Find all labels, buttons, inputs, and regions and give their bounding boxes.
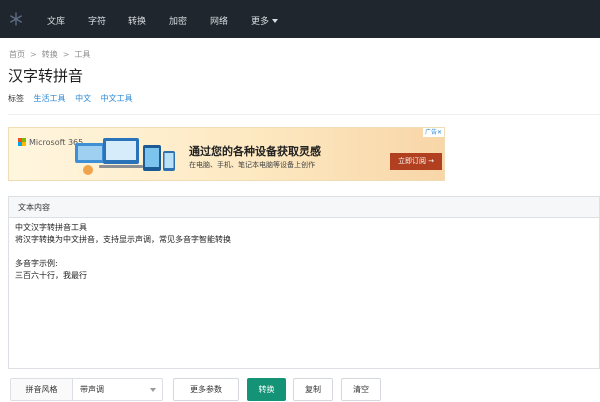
- tag-chinese-tools[interactable]: 中文工具: [101, 94, 133, 103]
- text-editor-panel: 文本内容 中文汉字转拼音工具 将汉字转换为中文拼音，支持显示声调，常见多音字智能…: [8, 196, 600, 369]
- clear-button[interactable]: 清空: [341, 378, 381, 401]
- tag-chinese[interactable]: 中文: [75, 94, 91, 103]
- pinyin-style-label: 拼音风格: [11, 379, 73, 400]
- nav-item-library[interactable]: 文库: [47, 14, 65, 27]
- tag-life-tools[interactable]: 生活工具: [34, 94, 66, 103]
- nav-item-chars[interactable]: 字符: [88, 14, 106, 27]
- divider: [8, 114, 600, 115]
- text-content-input[interactable]: 中文汉字转拼音工具 将汉字转换为中文拼音，支持显示声调，常见多音字智能转换 多音…: [9, 219, 599, 368]
- nav-item-convert[interactable]: 转换: [128, 14, 146, 27]
- more-params-button[interactable]: 更多参数: [173, 378, 239, 401]
- breadcrumb: 首页 > 转换 > 工具: [9, 49, 90, 60]
- page-title: 汉字转拼音: [8, 67, 84, 85]
- editor-header: 文本内容: [9, 197, 599, 218]
- ad-headline: 通过您的各种设备获取灵感: [189, 145, 321, 158]
- pinyin-style-value: 带声调: [80, 385, 104, 394]
- nav-item-more[interactable]: 更多: [251, 14, 279, 27]
- breadcrumb-tools[interactable]: 工具: [74, 50, 90, 59]
- ad-close-icon[interactable]: 广告✕: [422, 128, 444, 137]
- breadcrumb-separator: >: [30, 50, 37, 59]
- tags-label: 标签: [8, 94, 24, 103]
- top-navbar: 文库 字符 转换 加密 网络 更多: [0, 0, 600, 38]
- caret-down-icon: [272, 19, 279, 23]
- pinyin-style-select[interactable]: 带声调: [80, 379, 160, 400]
- snowflake-logo-icon[interactable]: [9, 12, 23, 26]
- nav-item-network[interactable]: 网络: [210, 14, 228, 27]
- microsoft-logo-icon: [18, 138, 26, 146]
- chevron-down-icon: [150, 388, 156, 392]
- pinyin-style-group: 拼音风格 带声调: [10, 378, 163, 401]
- ad-subheadline: 在电脑、手机、笔记本电脑等设备上创作: [189, 161, 315, 169]
- ad-banner[interactable]: Microsoft 365 通过您的各种设备获取灵感 在电脑、手机、笔记本电脑等…: [8, 127, 445, 181]
- copy-button[interactable]: 复制: [293, 378, 333, 401]
- tag-list: 标签 生活工具 中文 中文工具: [8, 93, 140, 104]
- breadcrumb-home[interactable]: 首页: [9, 50, 25, 59]
- breadcrumb-convert[interactable]: 转换: [42, 50, 58, 59]
- breadcrumb-separator: >: [62, 50, 70, 59]
- convert-button[interactable]: 转换: [247, 378, 286, 401]
- nav-item-encrypt[interactable]: 加密: [169, 14, 187, 27]
- nav-item-more-label: 更多: [251, 17, 270, 27]
- devices-illustration-icon: [75, 138, 175, 175]
- ad-subscribe-button[interactable]: 立即订阅 →: [390, 153, 442, 170]
